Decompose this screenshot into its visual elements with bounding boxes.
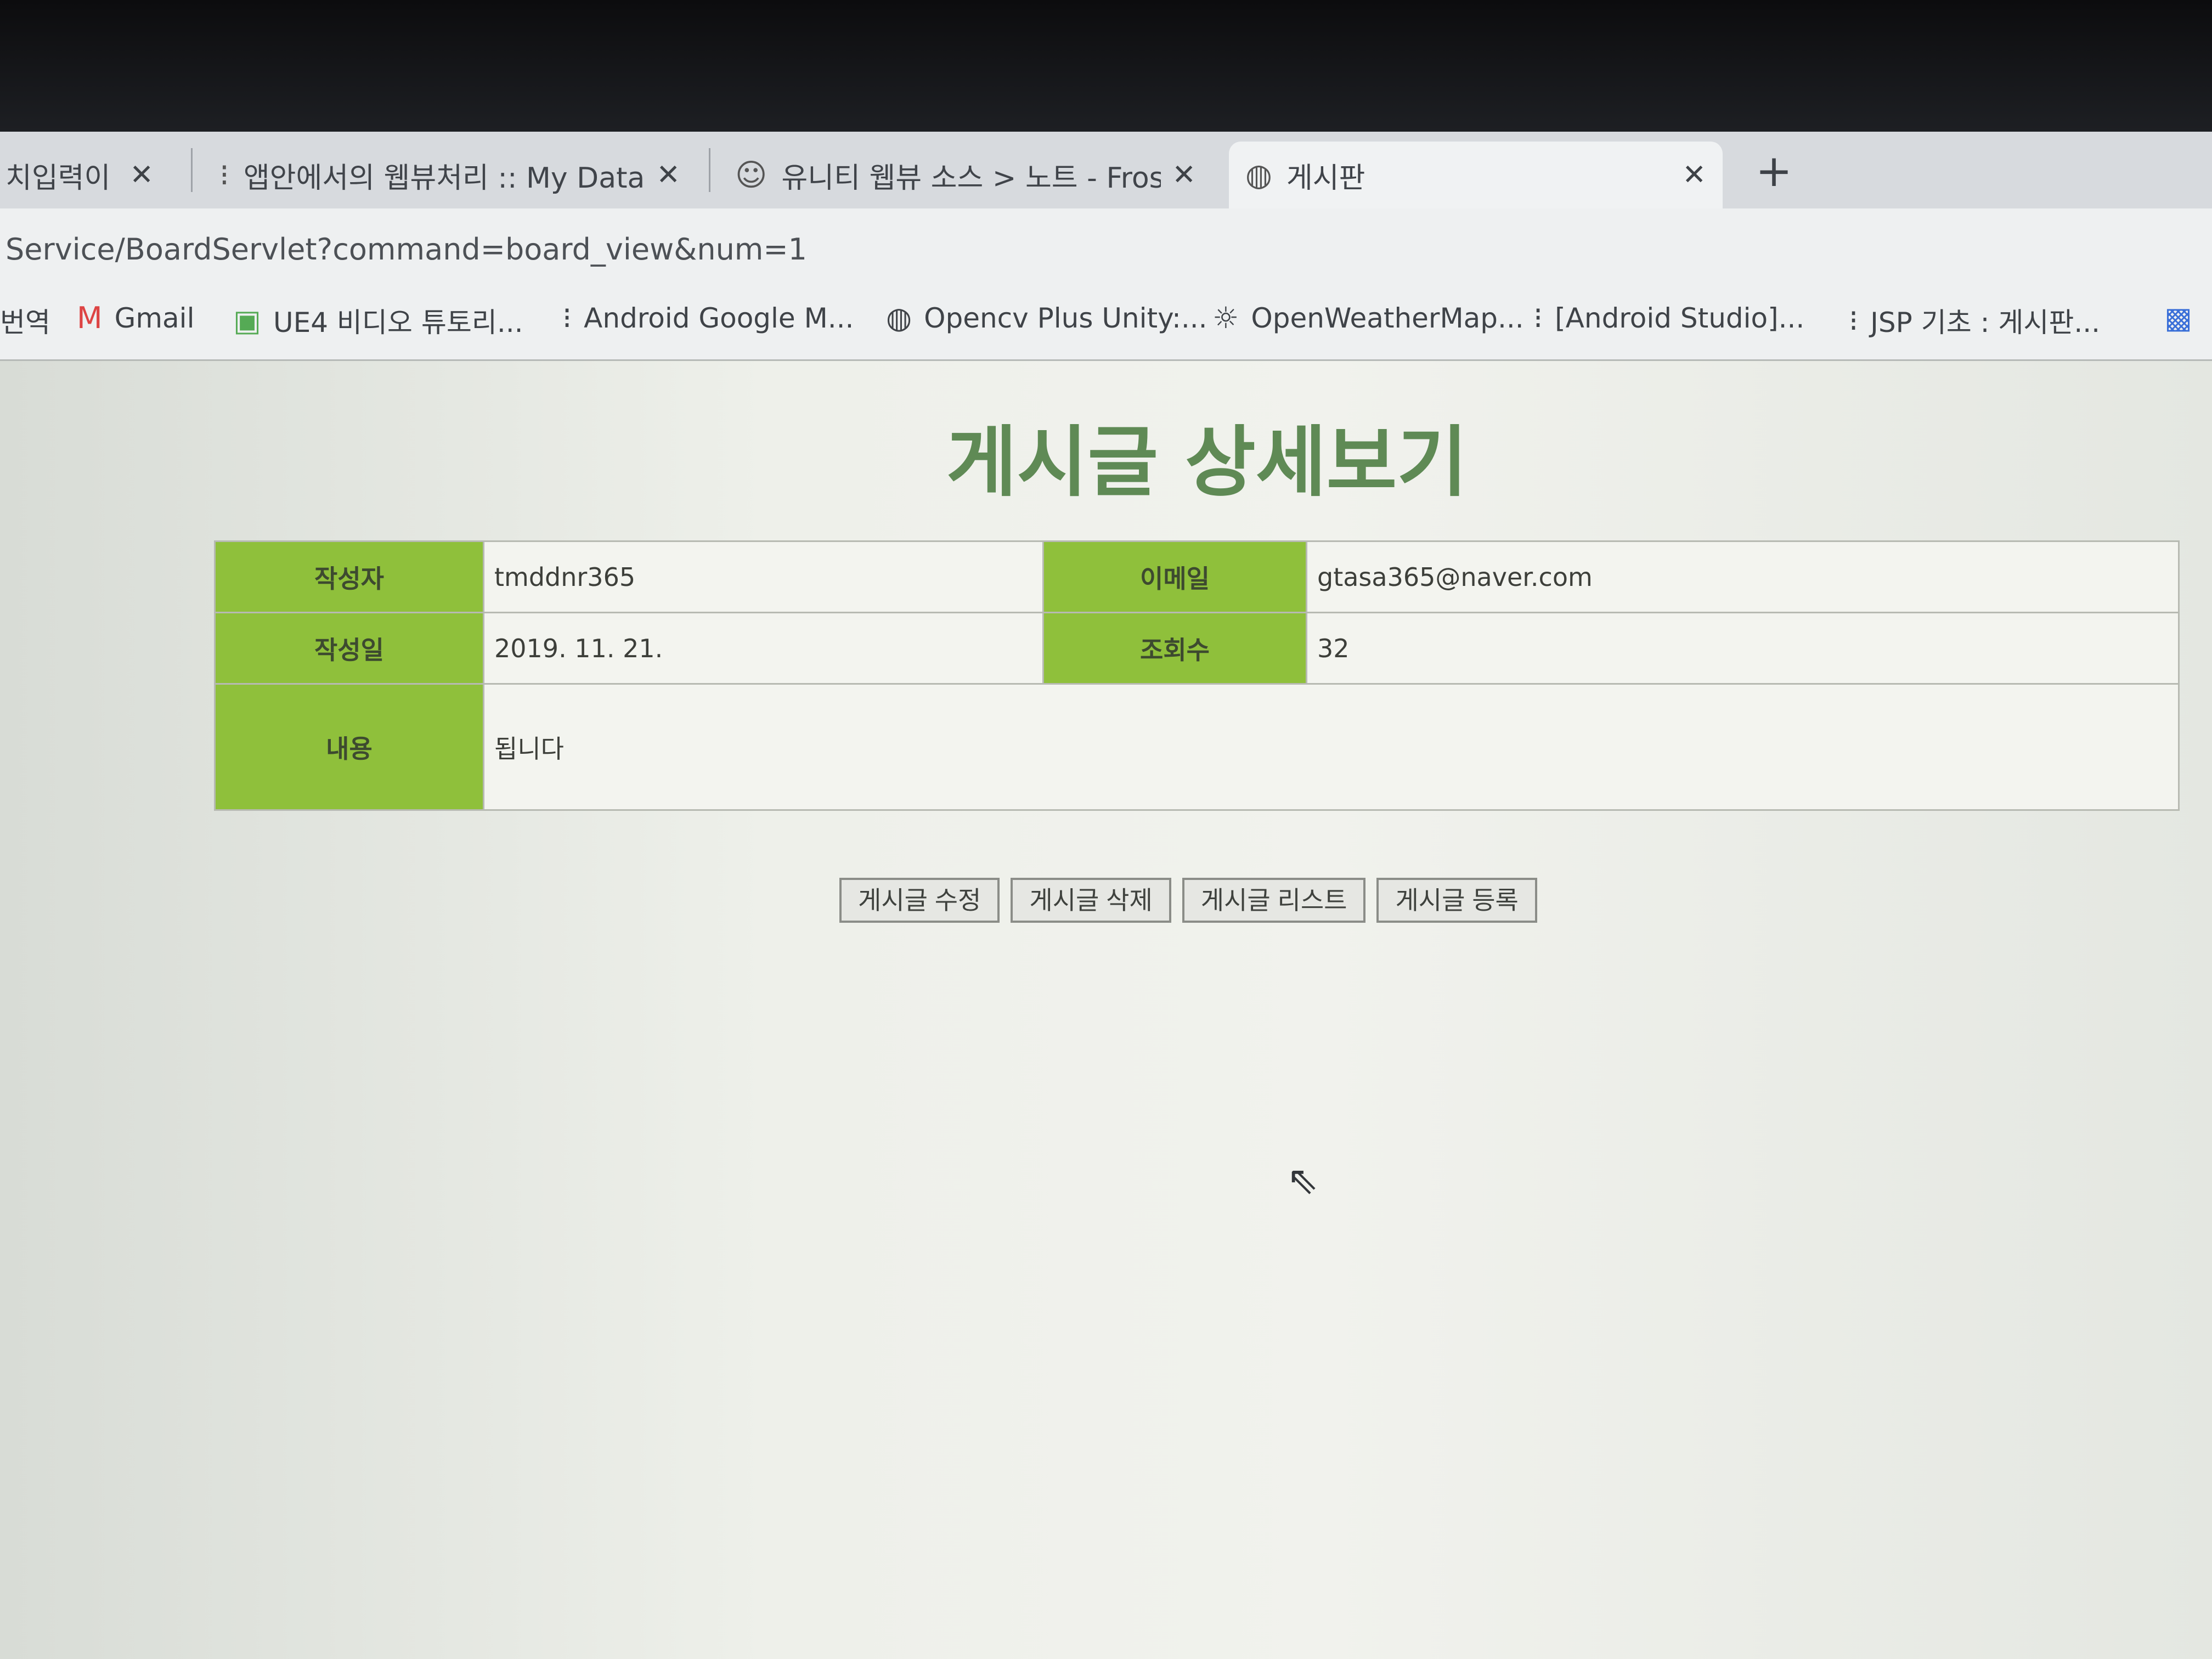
close-icon[interactable]: ✕ [656,159,680,191]
cat-icon: ☺ [735,157,768,193]
content-value: 됩니다 [483,683,2180,811]
table-row: 작성일 2019. 11. 21. 조회수 32 [214,612,2180,685]
tab-3[interactable]: ☺ 유니티 웹뷰 소스 > 노트 - Frost ✕ [719,142,1212,208]
tistory-icon: ⁝ [562,301,572,335]
email-value: gtasa365@naver.com [1306,540,2180,613]
date-value: 2019. 11. 21. [483,612,1044,685]
writer-value: tmddnr365 [483,540,1044,613]
url-text: Service/BoardServlet?command=board_view&… [5,232,808,267]
write-post-button[interactable]: 게시글 등록 [1376,878,1537,923]
tab-label: 게시판 [1286,161,1365,195]
bookmark-label: Opencv Plus Unity:... [924,302,1207,334]
close-icon[interactable]: ✕ [1172,159,1196,191]
bookmark-item[interactable]: ⁝ JSP 기초 : 게시판... [1849,301,2100,340]
tab-divider [191,148,193,192]
weather-icon: ☼ [1212,301,1239,335]
tab-label: 유니티 웹뷰 소스 > 노트 - Frost [781,161,1161,195]
writer-label: 작성자 [214,540,484,613]
tab-2[interactable]: ⁝ 앱안에서의 웹뷰처리 :: My Data ✕ [203,142,697,208]
tab-active[interactable]: ◍ 게시판 ✕ [1229,142,1723,208]
globe-icon: ◍ [886,301,912,335]
delete-post-button[interactable]: 게시글 삭제 [1011,878,1171,923]
tistory-icon: ⁝ [1849,303,1859,338]
page-title: 게시글 상세보기 [946,418,1468,507]
post-list-button[interactable]: 게시글 리스트 [1182,878,1366,923]
table-row: 내용 됩니다 [214,683,2180,811]
bookmark-label: 번역 [0,307,50,338]
bookmark-label: Android Google M... [584,302,854,334]
post-detail-table: 작성자 tmddnr365 이메일 gtasa365@naver.com 작성일… [214,540,2180,811]
date-label: 작성일 [214,612,484,685]
edit-post-button[interactable]: 게시글 수정 [839,878,1000,923]
button-group: 게시글 수정 게시글 삭제 게시글 리스트 게시글 등록 [839,878,1537,923]
bookmark-item[interactable]: M Gmail [77,301,194,335]
content-label: 내용 [214,683,484,811]
bookmark-item[interactable]: ⁝ Android Google M... [562,301,854,335]
tab-label: 치입력이 [5,161,111,195]
bookmark-label: OpenWeatherMap... [1251,302,1524,334]
app-icon: ▩ [2164,301,2193,335]
ue4-icon: ▣ [233,303,262,338]
bookmark-label: [Android Studio]... [1555,302,1805,334]
close-icon[interactable]: ✕ [1682,159,1706,191]
tab-label: 앱안에서의 웹뷰처리 :: My Data [243,161,645,195]
views-value: 32 [1306,612,2180,685]
extension-icon[interactable]: ▩ [2164,301,2192,335]
close-icon[interactable]: ✕ [129,159,154,191]
tistory-icon: ⁝ [219,157,229,193]
bookmark-item[interactable]: ▣ UE4 비디오 튜토리... [233,301,523,340]
tab-divider [709,148,710,192]
gmail-icon: M [77,301,103,335]
globe-icon: ◍ [1245,157,1272,193]
bookmark-item[interactable]: ☼ OpenWeatherMap... [1212,301,1524,335]
mouse-cursor-icon: ⇖ [1286,1158,1319,1203]
bookmark-label: UE4 비디오 튜토리... [273,307,523,338]
address-bar[interactable]: Service/BoardServlet?command=board_view&… [0,208,2212,291]
email-label: 이메일 [1042,540,1307,613]
tab-1[interactable]: 치입력이 ✕ [0,142,170,208]
views-label: 조회수 [1042,612,1307,685]
bookmark-item[interactable]: 번역 [0,301,50,340]
bookmark-item[interactable]: ⁝ [Android Studio]... [1533,301,1804,335]
table-row: 작성자 tmddnr365 이메일 gtasa365@naver.com [214,540,2180,613]
monitor-bezel [0,0,2212,137]
new-tab-button[interactable]: + [1756,145,1792,196]
bookmark-label: Gmail [114,302,195,334]
bookmark-item[interactable]: ◍ Opencv Plus Unity:... [886,301,1207,335]
tistory-icon: ⁝ [1533,301,1543,335]
bookmark-label: JSP 기초 : 게시판... [1870,307,2101,338]
